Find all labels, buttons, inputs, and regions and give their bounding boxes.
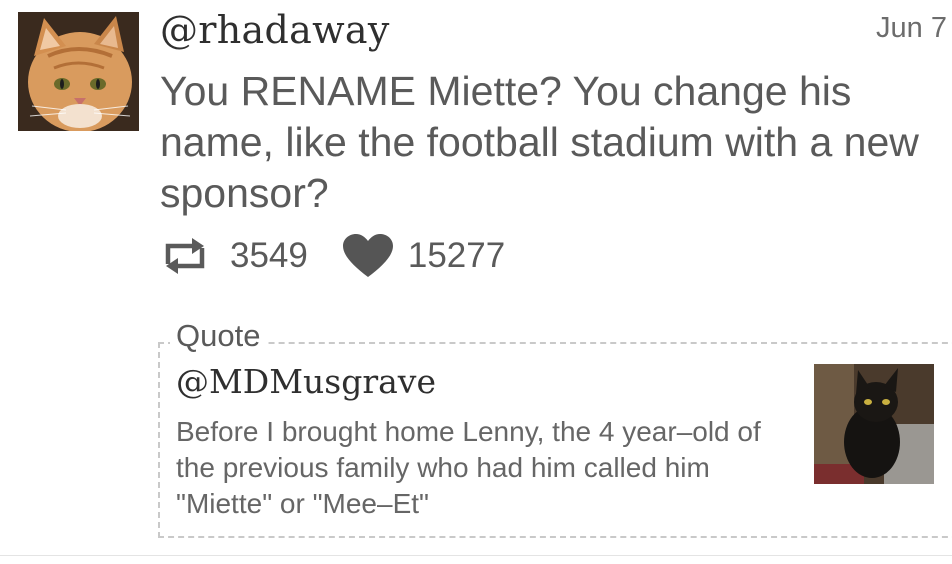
- avatar[interactable]: [18, 12, 139, 131]
- divider: [0, 555, 952, 556]
- tweet-author-handle[interactable]: @rhadaway: [160, 8, 390, 52]
- like-count: 15277: [407, 236, 506, 275]
- retweet-icon[interactable]: [162, 236, 208, 276]
- tweet-actions: 3549 15277: [162, 232, 505, 280]
- cat-avatar-photo: [18, 12, 139, 131]
- quoted-tweet-text: Before I brought home Lenny, the 4 year–…: [176, 416, 761, 519]
- tweet-text: You RENAME Miette? You change his name, …: [160, 68, 919, 216]
- tweet-date: Jun 7: [876, 12, 947, 44]
- quoted-tweet-thumbnail[interactable]: [814, 364, 934, 484]
- quote-label: Quote: [170, 318, 267, 354]
- retweet-count: 3549: [230, 236, 308, 275]
- black-cat-photo: [814, 364, 934, 484]
- heart-icon[interactable]: [342, 233, 394, 279]
- quoted-author-handle[interactable]: @MDMusgrave: [176, 362, 436, 401]
